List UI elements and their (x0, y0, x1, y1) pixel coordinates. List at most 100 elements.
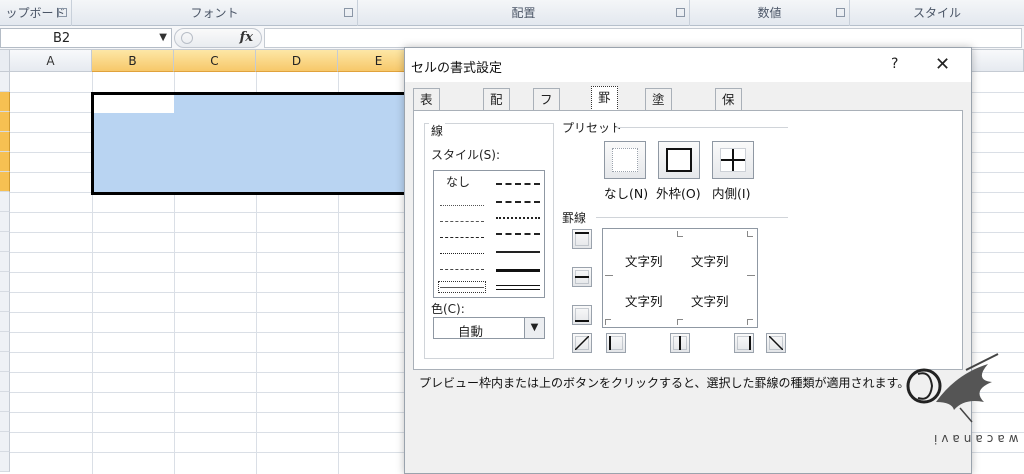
close-button[interactable]: ✕ (935, 54, 950, 75)
tab-fill[interactable]: 塗りつぶし (645, 88, 672, 191)
border-top-button[interactable] (572, 229, 592, 249)
help-button[interactable]: ? (891, 56, 898, 72)
preset-inside-label: 内側(I) (712, 186, 751, 201)
splitter-icon[interactable] (181, 32, 193, 44)
preset-outline-label: 外枠(O) (656, 186, 701, 201)
border-help-text: プレビュー枠内または上のボタンをクリックすると、選択した罫線の種類が適用されます… (419, 376, 910, 390)
border-right-button[interactable] (734, 333, 754, 353)
format-cells-dialog: セルの書式設定 ? ✕ 表示形式 配置 フォント 罫線 塗りつぶし 保護 線 ス… (404, 47, 972, 474)
insert-function-icon[interactable]: fx (240, 30, 253, 45)
column-header-b[interactable]: B (92, 50, 174, 72)
dialog-title: セルの書式設定 (411, 61, 503, 76)
preset-none-label: なし(N) (604, 186, 649, 201)
border-middle-horizontal-button[interactable] (572, 267, 592, 287)
preview-corner-mark (677, 319, 683, 325)
line-style-option[interactable] (496, 233, 540, 235)
line-style-option[interactable] (496, 269, 540, 272)
preset-none-button[interactable] (604, 141, 646, 179)
row-header[interactable] (0, 452, 10, 472)
column-header-a[interactable]: A (10, 50, 92, 72)
row-header[interactable] (0, 312, 10, 332)
preview-text: 文字列 (691, 294, 729, 309)
row-header[interactable] (0, 232, 10, 252)
line-group-title: 線 (429, 122, 446, 139)
line-style-option[interactable] (496, 201, 540, 203)
row-header[interactable] (0, 252, 10, 272)
border-bottom-button[interactable] (572, 305, 592, 325)
divider (616, 127, 788, 128)
border-left-button[interactable] (606, 333, 626, 353)
tab-alignment[interactable]: 配置 (483, 88, 510, 128)
border-diagonal-up-button[interactable] (572, 333, 592, 353)
watermark-logo: wacanavi (896, 344, 1024, 474)
line-style-option[interactable] (440, 269, 484, 270)
preset-inside-button[interactable] (712, 141, 754, 179)
line-style-option[interactable] (440, 237, 484, 238)
row-header[interactable] (0, 292, 10, 312)
tab-font[interactable]: フォント (533, 88, 560, 170)
style-label: スタイル(S): (431, 148, 501, 162)
color-label: 色(C): (431, 302, 465, 316)
row-header[interactable] (0, 412, 10, 432)
insert-function-control: fx (174, 28, 262, 48)
line-style-list[interactable]: なし (433, 170, 545, 298)
row-header[interactable] (0, 432, 10, 452)
column-header-c[interactable]: C (174, 50, 256, 72)
chevron-down-icon[interactable]: ▼ (159, 32, 167, 43)
formula-input[interactable] (264, 28, 1022, 48)
line-style-none[interactable]: なし (446, 173, 470, 190)
preview-corner-mark (605, 319, 611, 325)
tab-border[interactable]: 罫線 (591, 86, 618, 126)
line-style-option[interactable] (440, 253, 484, 254)
preset-outline-button[interactable] (658, 141, 700, 179)
ribbon-group-font: フォント (72, 0, 358, 26)
chevron-down-icon[interactable]: ▼ (524, 318, 544, 338)
ribbon-group-label: スタイル (912, 6, 961, 20)
preview-corner-mark (605, 275, 613, 281)
border-diagonal-down-button[interactable] (766, 333, 786, 353)
dialog-launcher-icon[interactable] (58, 8, 67, 17)
row-header[interactable] (0, 112, 10, 132)
preview-text: 文字列 (691, 254, 729, 269)
row-header[interactable] (0, 392, 10, 412)
dialog-launcher-icon[interactable] (676, 8, 685, 17)
row-header[interactable] (0, 72, 10, 92)
dialog-launcher-icon[interactable] (344, 8, 353, 17)
ribbon-group-alignment: 配置 (358, 0, 690, 26)
line-style-option[interactable] (440, 287, 484, 288)
preview-text: 文字列 (625, 254, 663, 269)
select-all-corner[interactable] (0, 50, 10, 72)
row-header[interactable] (0, 132, 10, 152)
line-color-select[interactable]: 自動 ▼ (433, 317, 545, 339)
line-style-option[interactable] (440, 205, 484, 206)
preview-corner-mark (747, 275, 755, 281)
line-style-option[interactable] (496, 285, 540, 290)
border-middle-vertical-button[interactable] (670, 333, 690, 353)
line-style-option[interactable] (496, 217, 540, 219)
dialog-launcher-icon[interactable] (836, 8, 845, 17)
column-header-d[interactable]: D (256, 50, 338, 72)
ribbon-group-label: 配置 (511, 6, 536, 20)
line-style-option[interactable] (440, 221, 484, 222)
tab-number-format[interactable]: 表示形式 (413, 88, 440, 170)
row-header[interactable] (0, 272, 10, 292)
ribbon-group-number: 数値 (690, 0, 850, 26)
row-header[interactable] (0, 372, 10, 392)
preview-corner-mark (747, 319, 753, 325)
ribbon-group-labels: ップボード フォント 配置 数値 スタイル (0, 0, 1024, 26)
line-style-option[interactable] (496, 251, 540, 253)
row-header[interactable] (0, 352, 10, 372)
dialog-title-bar[interactable]: セルの書式設定 ? ✕ (405, 48, 971, 82)
name-box[interactable]: B2 ▼ (0, 28, 172, 48)
line-style-option[interactable] (496, 183, 540, 185)
row-header[interactable] (0, 332, 10, 352)
row-header[interactable] (0, 192, 10, 212)
border-preview[interactable]: 文字列 文字列 文字列 文字列 (602, 228, 758, 328)
row-header[interactable] (0, 152, 10, 172)
row-header[interactable] (0, 92, 10, 112)
ribbon-group-clipboard: ップボード (0, 0, 72, 26)
row-header[interactable] (0, 172, 10, 192)
preset-group-title: プリセット (562, 121, 623, 135)
tab-protection[interactable]: 保護 (715, 88, 742, 128)
row-header[interactable] (0, 212, 10, 232)
